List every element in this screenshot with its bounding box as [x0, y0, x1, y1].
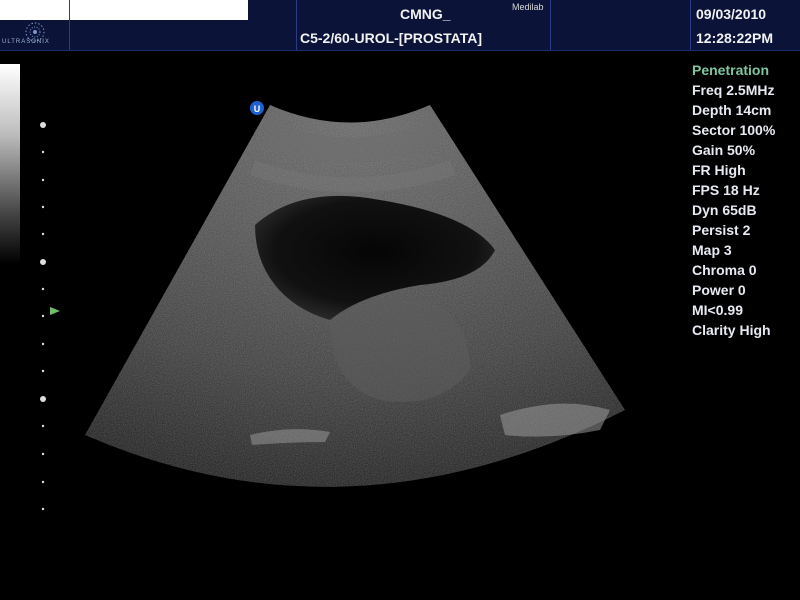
param-map: Map 3	[692, 242, 732, 258]
param-clarity: Clarity High	[692, 322, 771, 338]
param-power: Power 0	[692, 282, 746, 298]
param-frequency: Freq 2.5MHz	[692, 82, 775, 98]
exam-time: 12:28:22PM	[696, 30, 774, 46]
param-fps: FPS 18 Hz	[692, 182, 760, 198]
preset-title: Penetration	[692, 62, 770, 78]
param-frame-rate: FR High	[692, 162, 746, 178]
lab-name: Medilab	[512, 2, 544, 12]
param-dynamic-range: Dyn 65dB	[692, 202, 757, 218]
imaging-parameters-panel: Penetration Freq 2.5MHz Depth 14cm Secto…	[692, 60, 800, 340]
hospital-name: CMNG_	[400, 6, 451, 22]
header-divider	[550, 0, 551, 50]
header-divider	[690, 0, 691, 50]
header-bar: ULTRASONIX CMNG_ Medilab C5-2/60-UROL-[P…	[0, 0, 800, 51]
param-depth: Depth 14cm	[692, 102, 772, 118]
param-mi: MI<0.99	[692, 302, 743, 318]
param-chroma: Chroma 0	[692, 262, 757, 278]
param-sector: Sector 100%	[692, 122, 776, 138]
param-persistence: Persist 2	[692, 222, 751, 238]
orientation-marker-label: U	[254, 104, 261, 114]
header-divider	[296, 0, 297, 50]
exam-date: 09/03/2010	[696, 6, 767, 22]
param-gain: Gain 50%	[692, 142, 756, 158]
ultrasound-image: U	[85, 101, 625, 487]
probe-preset: C5-2/60-UROL-[PROSTATA]	[300, 30, 482, 46]
